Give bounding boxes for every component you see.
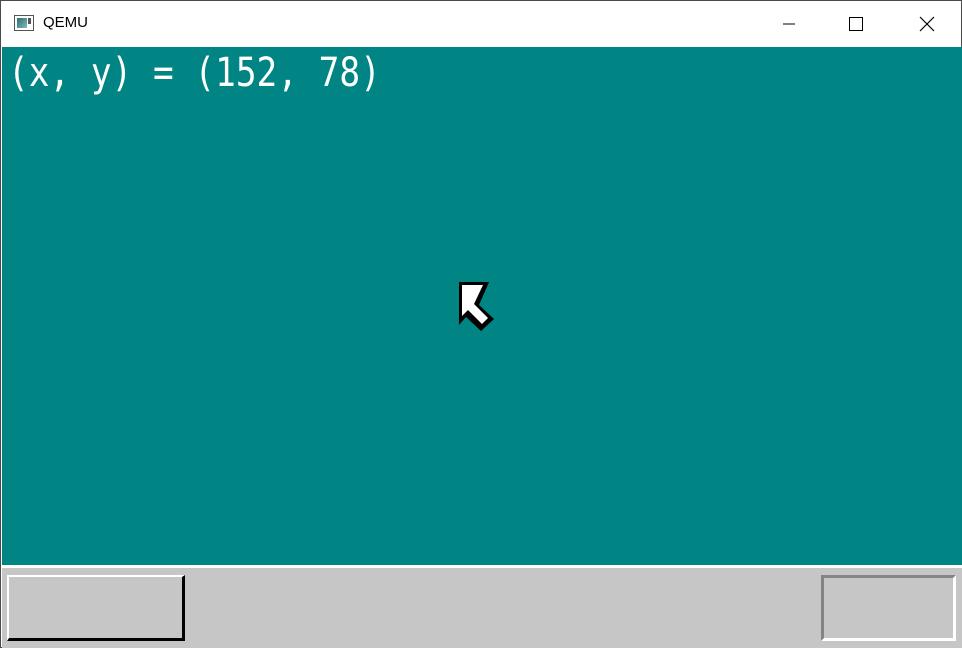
close-button[interactable]	[904, 1, 950, 47]
taskbar	[2, 568, 962, 648]
maximize-button[interactable]	[833, 1, 879, 47]
close-icon	[919, 16, 935, 32]
start-button[interactable]	[7, 575, 185, 641]
emulator-screen[interactable]: (x, y) = (152, 78)	[2, 47, 962, 565]
window-title: QEMU	[43, 14, 88, 31]
maximize-icon	[849, 17, 863, 31]
arrow-cursor-icon	[459, 282, 494, 331]
minimize-icon	[783, 23, 795, 25]
title-bar[interactable]: QEMU	[1, 1, 961, 47]
mouse-coordinate-readout: (x, y) = (152, 78)	[8, 50, 381, 96]
system-tray	[821, 575, 956, 641]
qemu-app-icon	[14, 15, 34, 31]
qemu-window: QEMU (x, y) = (152, 78)	[0, 0, 962, 648]
minimize-button[interactable]	[766, 1, 812, 47]
